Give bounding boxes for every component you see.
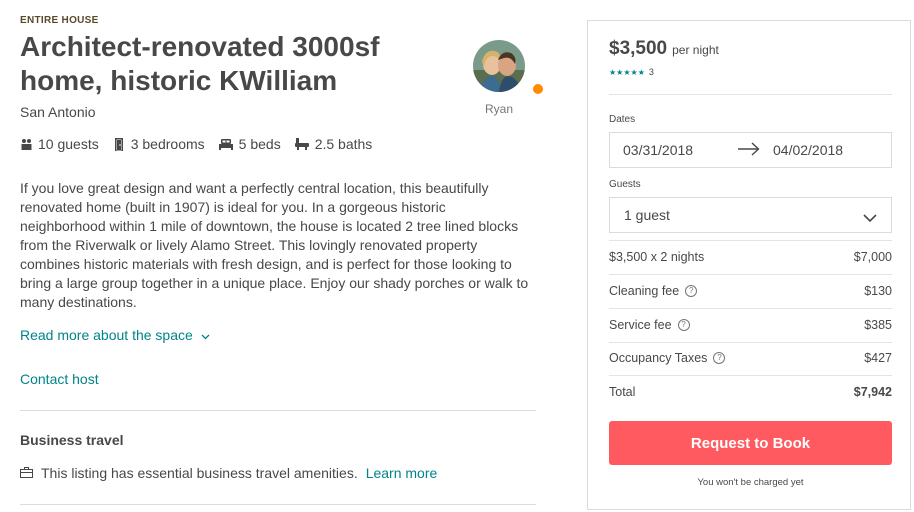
business-travel-heading: Business travel <box>20 432 124 448</box>
line-item-amount: $385 <box>864 318 892 332</box>
price-line-item: Service fee ? $385 <box>609 318 892 332</box>
arrow-right-icon <box>738 142 760 159</box>
nightly-price: $3,500 per night <box>609 38 719 60</box>
line-item-amount: $427 <box>864 351 892 365</box>
request-to-book-button[interactable]: Request to Book <box>609 421 892 465</box>
line-item-label: Cleaning fee <box>609 284 680 298</box>
panel-divider <box>609 240 892 241</box>
price-amount: $3,500 <box>609 38 668 59</box>
bedroom-icon <box>113 137 125 151</box>
briefcase-icon <box>20 465 33 481</box>
total-label: Total <box>609 385 636 399</box>
contact-host-link[interactable]: Contact host <box>20 371 99 387</box>
review-count: 3 <box>648 67 654 77</box>
host-name: Ryan <box>484 102 513 116</box>
host-avatar[interactable] <box>473 40 525 92</box>
business-travel-row: This listing has essential business trav… <box>20 465 437 481</box>
fact-baths-label: 2.5 baths <box>314 136 373 152</box>
bed-icon <box>218 138 233 150</box>
panel-divider <box>609 342 892 343</box>
guests-value: 1 guest <box>624 207 670 223</box>
guests-label: Guests <box>609 179 641 190</box>
fact-bedrooms: 3 bedrooms <box>113 136 205 152</box>
fact-beds-label: 5 beds <box>238 136 281 152</box>
booking-panel: $3,500 per night ★★★★★ 3 Dates 03/31/201… <box>587 20 911 510</box>
guests-icon <box>20 138 32 150</box>
business-travel-text: This listing has essential business trav… <box>41 465 358 481</box>
guests-select[interactable]: 1 guest <box>609 197 892 233</box>
help-icon[interactable]: ? <box>677 319 690 331</box>
price-line-item: $3,500 x 2 nights $7,000 <box>609 250 892 264</box>
line-item-label: $3,500 x 2 nights <box>609 250 705 264</box>
dates-picker: 03/31/2018 04/02/2018 <box>609 132 892 168</box>
total-amount: $7,942 <box>853 385 892 399</box>
fact-guests-label: 10 guests <box>38 136 99 152</box>
listing-facts: 10 guests 3 bedrooms 5 beds 2.5 baths <box>20 136 372 152</box>
help-icon[interactable]: ? <box>713 352 726 364</box>
line-item-amount: $130 <box>864 284 892 298</box>
line-item-label-group: Cleaning fee ? <box>609 284 698 298</box>
section-divider <box>20 504 536 505</box>
section-divider <box>20 410 536 411</box>
line-item-label: Occupancy Taxes <box>609 351 708 365</box>
check-in-input[interactable]: 03/31/2018 <box>623 142 693 158</box>
per-night-label: per night <box>672 43 719 57</box>
no-charge-note: You won't be charged yet <box>697 477 804 488</box>
panel-divider <box>609 94 892 95</box>
rating-summary[interactable]: ★★★★★ 3 <box>609 67 654 77</box>
fact-bedrooms-label: 3 bedrooms <box>130 136 205 152</box>
line-item-amount: $7,000 <box>853 250 892 264</box>
chevron-down-icon <box>201 327 210 343</box>
chevron-down-icon <box>863 210 877 226</box>
panel-divider <box>609 274 892 275</box>
total-line: Total $7,942 <box>609 385 892 399</box>
panel-divider <box>609 375 892 376</box>
host-profile[interactable]: Ryan <box>472 40 526 116</box>
read-more-label: Read more about the space <box>20 327 193 343</box>
panel-divider <box>609 308 892 309</box>
help-icon[interactable]: ? <box>685 285 698 297</box>
bath-icon <box>294 138 309 150</box>
superhost-badge-icon <box>533 84 543 94</box>
listing-city-link[interactable]: San Antonio <box>20 104 96 120</box>
price-line-item: Cleaning fee ? $130 <box>609 284 892 298</box>
line-item-label: Service fee <box>609 318 672 332</box>
check-out-input[interactable]: 04/02/2018 <box>773 142 843 158</box>
listing-description: If you love great design and want a perf… <box>20 180 529 310</box>
read-more-link[interactable]: Read more about the space <box>20 327 210 343</box>
price-line-item: Occupancy Taxes ? $427 <box>609 351 892 365</box>
fact-baths: 2.5 baths <box>294 136 373 152</box>
fact-beds: 5 beds <box>218 136 281 152</box>
learn-more-link[interactable]: Learn more <box>366 465 438 481</box>
room-type-label: ENTIRE HOUSE <box>20 15 99 26</box>
line-item-label-group: Service fee ? <box>609 318 690 332</box>
dates-label: Dates <box>609 114 636 125</box>
star-rating-icon: ★★★★★ <box>609 67 645 77</box>
fact-guests: 10 guests <box>20 136 99 152</box>
line-item-label-group: Occupancy Taxes ? <box>609 351 726 365</box>
listing-title: Architect-renovated 3000sf home, histori… <box>20 31 380 96</box>
